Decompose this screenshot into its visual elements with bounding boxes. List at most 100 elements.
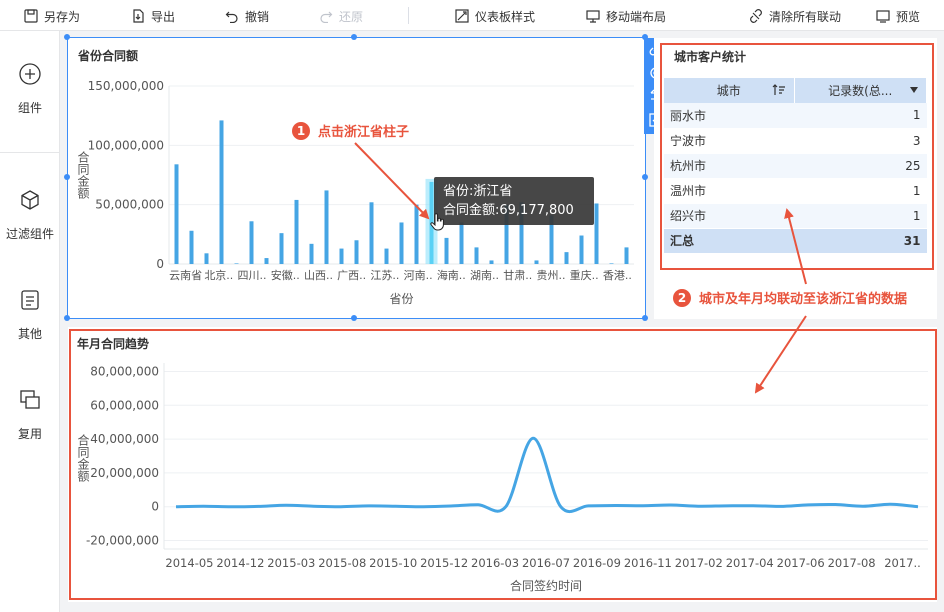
preview-label: 预览 <box>896 9 921 24</box>
city-cell: 杭州市 <box>664 153 794 179</box>
redo-button[interactable]: 还原 <box>319 6 363 26</box>
sidebar-item-reuse[interactable]: 复用 <box>0 389 60 469</box>
left-sidebar: 组件 过滤组件 其他 复用 <box>0 31 60 612</box>
resize-handle[interactable] <box>64 315 70 321</box>
bar <box>369 202 374 264</box>
sidebar-item-components[interactable]: 组件 <box>0 63 60 143</box>
chart-tooltip: 省份:浙江省 合同金额:69,177,800 <box>434 177 594 225</box>
column-header-label: 记录数(总... <box>828 84 893 98</box>
total-label: 汇总 <box>664 228 794 254</box>
x-tick-label: 2016-11 <box>624 556 672 570</box>
x-tick-label: 2017-08 <box>828 556 876 570</box>
dashboard-style-button[interactable]: 仪表板样式 <box>455 6 535 26</box>
tooltip-amount: 合同金额:69,177,800 <box>443 203 574 218</box>
table-row[interactable]: 丽水市 1 <box>664 103 927 129</box>
x-tick-label: 2015-12 <box>420 556 468 570</box>
undo-button[interactable]: 撤销 <box>225 6 269 26</box>
bar <box>534 260 539 264</box>
y-axis-title: 合同金额 <box>76 150 90 200</box>
cube-icon <box>21 190 39 210</box>
document-icon <box>21 290 39 310</box>
city-cell: 绍兴市 <box>664 203 794 229</box>
sidebar-item-other[interactable]: 其他 <box>0 289 60 369</box>
table-total-row: 汇总 31 <box>664 228 927 254</box>
preview-button[interactable]: 预览 <box>876 6 920 26</box>
table-row[interactable]: 绍兴市 1 <box>664 203 927 229</box>
step-number: 1 <box>292 121 310 140</box>
bar <box>219 120 224 264</box>
step-number: 2 <box>673 288 691 307</box>
sidebar-item-label: 复用 <box>17 427 42 441</box>
x-tick-label: 2016-07 <box>522 556 570 570</box>
y-tick-label: 0 <box>151 500 159 514</box>
mobile-layout-label: 移动端布局 <box>606 9 667 24</box>
x-tick-label: 2017.. <box>884 556 921 570</box>
resize-handle[interactable] <box>642 174 648 180</box>
copy-icon <box>20 390 40 409</box>
x-tick-label: 2016-03 <box>471 556 519 570</box>
bar <box>309 243 314 264</box>
unlink-icon <box>750 9 762 23</box>
save-as-label: 另存为 <box>44 9 81 24</box>
y-tick-label: 100,000,000 <box>88 138 164 152</box>
mobile-layout-button[interactable]: 移动端布局 <box>586 6 666 26</box>
x-tick-label: 2015-03 <box>267 556 315 570</box>
city-table: 城市 记录数(总... 丽水市 1 宁波市 3 杭州市 25 温州市 1 绍兴市 1 汇总… <box>664 78 927 254</box>
bar <box>384 248 389 264</box>
y-tick-label: 50,000,000 <box>95 198 164 212</box>
y-tick-label: 0 <box>156 257 164 271</box>
column-header-city[interactable]: 城市 <box>664 78 795 103</box>
bar <box>594 203 599 264</box>
resize-handle[interactable] <box>351 34 357 40</box>
resize-handle[interactable] <box>64 34 70 40</box>
sort-icon[interactable] <box>772 84 786 96</box>
export-button[interactable]: 导出 <box>131 6 175 26</box>
sidebar-item-label: 组件 <box>17 101 42 115</box>
y-tick-label: 40,000,000 <box>90 432 159 446</box>
count-cell: 25 <box>794 153 927 179</box>
top-toolbar: 另存为 导出 撤销 还原 仪表板样式 移动端布局 清除所有联动 预览 <box>0 0 944 31</box>
resize-handle[interactable] <box>351 315 357 321</box>
resize-handle[interactable] <box>642 315 648 321</box>
x-axis-title: 合同签约时间 <box>510 578 582 593</box>
city-cell: 温州市 <box>664 178 794 204</box>
clear-links-label: 清除所有联动 <box>769 9 842 24</box>
x-tick-label: 广西.. <box>337 269 366 282</box>
plus-circle-icon <box>19 63 41 85</box>
save-as-button[interactable]: 另存为 <box>24 6 80 26</box>
bar <box>579 235 584 264</box>
table-row[interactable]: 温州市 1 <box>664 178 927 204</box>
column-header-count[interactable]: 记录数(总... <box>794 78 927 103</box>
table-row[interactable]: 宁波市 3 <box>664 128 927 154</box>
city-cell: 丽水市 <box>664 103 794 129</box>
column-header-label: 城市 <box>716 84 741 98</box>
resize-handle[interactable] <box>64 174 70 180</box>
annotation-step1: 1 点击浙江省柱子 <box>292 121 409 140</box>
count-cell: 1 <box>794 203 927 229</box>
y-axis-title: 合同金额 <box>76 433 90 483</box>
x-tick-label: 甘肃.. <box>503 269 532 282</box>
x-tick-label: 香港.. <box>603 269 632 282</box>
x-tick-label: 2017-02 <box>675 556 723 570</box>
sidebar-item-filter[interactable]: 过滤组件 <box>0 189 60 269</box>
city-cell: 宁波市 <box>664 128 794 154</box>
y-tick-label: 60,000,000 <box>90 398 159 412</box>
tooltip-province: 省份:浙江省 <box>443 184 513 199</box>
bar <box>324 190 329 264</box>
bar <box>249 221 254 264</box>
trend-line-chart[interactable]: 80,000,000 60,000,000 40,000,000 20,000,000… <box>68 327 937 602</box>
table-row[interactable]: 杭州市 25 <box>664 153 927 179</box>
sidebar-item-label: 其他 <box>17 327 42 341</box>
x-tick-label: 安徽.. <box>271 268 300 282</box>
x-tick-label: 2017-04 <box>726 556 774 570</box>
bar <box>279 233 284 264</box>
clear-links-button[interactable]: 清除所有联动 <box>749 6 841 26</box>
bar <box>624 247 629 264</box>
x-tick-label: 贵州.. <box>536 269 565 282</box>
undo-icon <box>225 11 238 23</box>
caret-down-icon[interactable] <box>910 87 918 93</box>
total-value: 31 <box>794 228 927 254</box>
toolbar-divider <box>408 7 409 24</box>
sidebar-divider <box>0 152 60 153</box>
count-cell: 1 <box>794 103 927 129</box>
